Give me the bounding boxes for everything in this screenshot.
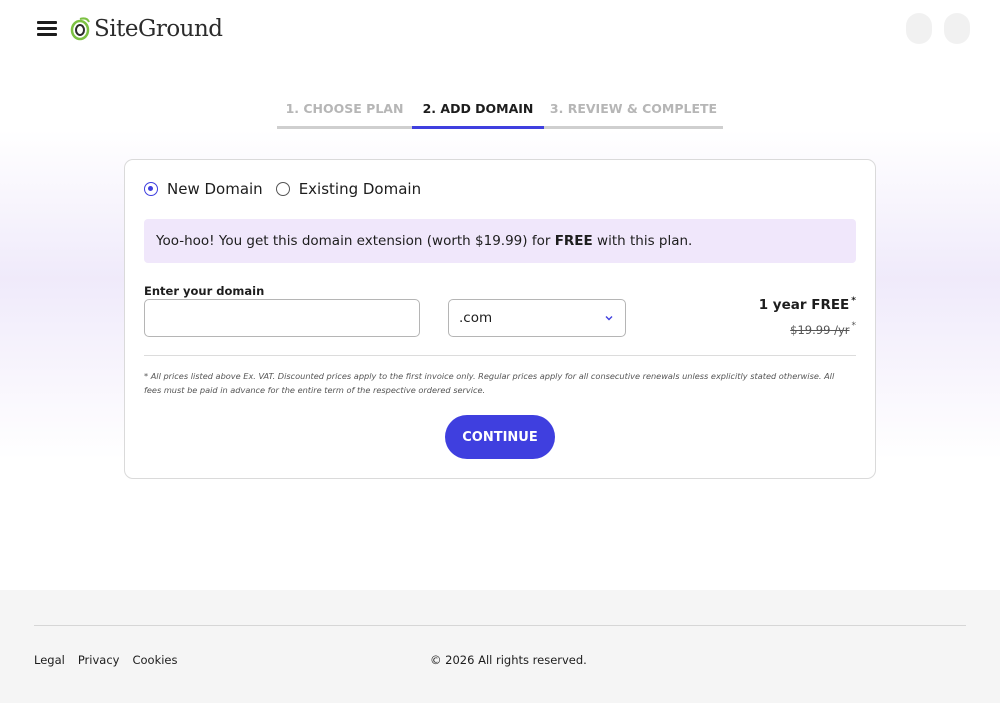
domain-card: New Domain Existing Domain Yoo-hoo! You … [124, 159, 876, 479]
logo-wordmark: SiteGround [94, 16, 223, 42]
tld-select[interactable]: .com [448, 299, 626, 337]
footer-link-privacy[interactable]: Privacy [78, 653, 120, 667]
chevron-down-icon [605, 316, 613, 321]
siteground-swirl-icon [70, 17, 90, 41]
footer-divider [34, 625, 966, 626]
radio-checked-icon[interactable] [144, 182, 158, 196]
step-add-domain[interactable]: 2. Add Domain [412, 100, 544, 129]
radio-existing-domain[interactable]: Existing Domain [275, 180, 421, 198]
site-footer: Legal Privacy Cookies © 2026 All rights … [0, 590, 1000, 703]
promo-text: Yoo-hoo! You get this domain extension (… [156, 233, 555, 249]
domain-input[interactable] [144, 299, 420, 337]
site-header: SiteGround [0, 0, 1000, 56]
price-main: 1 year FREE * [758, 296, 856, 313]
hamburger-menu-icon[interactable] [37, 20, 57, 36]
step-choose-plan[interactable]: 1. Choose Plan [277, 100, 412, 129]
radio-unchecked-icon[interactable] [275, 182, 290, 196]
domain-input-label: Enter your domain [144, 284, 265, 298]
step-review-complete: 3. Review & Complete [544, 100, 723, 129]
divider [144, 355, 856, 356]
copyright-text: © 2026 All rights reserved. [430, 653, 587, 667]
radio-label-new-domain[interactable]: New Domain [167, 180, 263, 198]
radio-new-domain[interactable]: New Domain [144, 180, 263, 198]
footer-link-cookies[interactable]: Cookies [132, 653, 177, 667]
radio-label-existing-domain[interactable]: Existing Domain [299, 180, 421, 198]
tld-selected-value: .com [459, 310, 493, 326]
price-block: 1 year FREE * $19.99 /yr * [759, 296, 856, 337]
siteground-logo[interactable]: SiteGround [70, 14, 223, 44]
header-action-button[interactable] [906, 13, 932, 44]
promo-free: FREE [554, 233, 593, 249]
continue-button[interactable]: Continue [445, 415, 555, 459]
promo-banner: Yoo-hoo! You get this domain extension (… [144, 219, 856, 263]
footer-link-legal[interactable]: Legal [34, 653, 65, 667]
domain-type-radio-group: New Domain Existing Domain [144, 180, 434, 198]
footer-links: Legal Privacy Cookies [34, 653, 191, 667]
header-account-button[interactable] [944, 13, 970, 44]
price-disclaimer: * All prices listed above Ex. VAT. Disco… [144, 371, 835, 395]
checkout-steps: 1. Choose Plan 2. Add Domain 3. Review &… [277, 100, 723, 129]
price-regular: $19.99 /yr * [790, 321, 856, 337]
promo-text-end: with this plan. [592, 233, 693, 249]
